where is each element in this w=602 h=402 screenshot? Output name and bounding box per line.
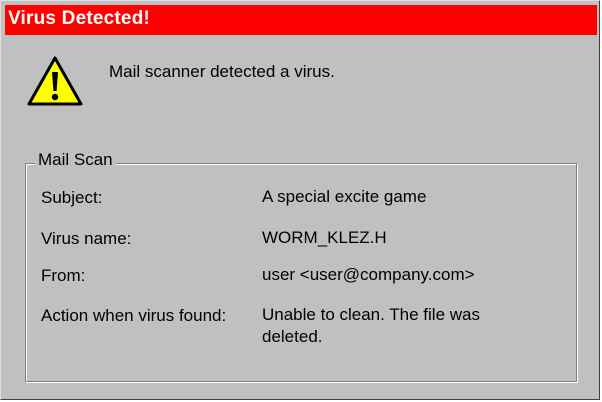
- mail-scan-group-label: Mail Scan: [35, 150, 116, 170]
- action-value: Unable to clean. The file was deleted.: [262, 305, 480, 346]
- virus-name-value: WORM_KLEZ.H: [262, 228, 387, 247]
- subject-value: A special excite game: [262, 187, 427, 206]
- action-label: Action when virus found:: [41, 306, 227, 325]
- subject-label: Subject:: [41, 188, 103, 207]
- virus-alert-dialog: Virus Detected! Mail scanner detected a …: [0, 0, 600, 400]
- warning-triangle-icon: [27, 56, 83, 106]
- from-label: From:: [41, 266, 86, 285]
- window-title: Virus Detected!: [8, 8, 151, 29]
- title-bar[interactable]: Virus Detected!: [5, 5, 597, 35]
- virus-name-label: Virus name:: [41, 229, 132, 248]
- from-value: user <user@company.com>: [262, 265, 475, 284]
- alert-message: Mail scanner detected a virus.: [109, 62, 335, 81]
